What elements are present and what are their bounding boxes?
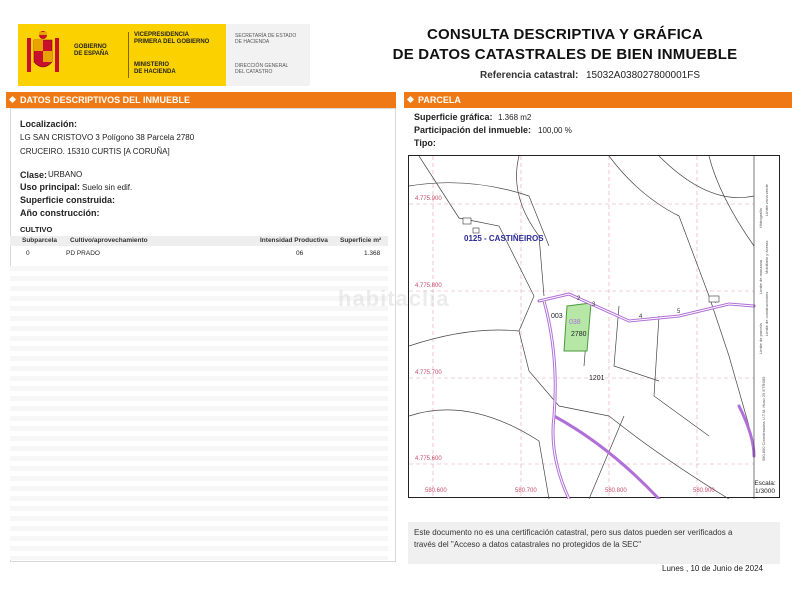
- participacion-label: Participación del inmueble:: [414, 125, 532, 135]
- scale-value: 1/3000: [755, 488, 775, 495]
- secretaria-text: Secretaría de Estado de Hacienda: [235, 33, 297, 45]
- svg-text:Límite de parcela: Límite de parcela: [758, 323, 763, 354]
- map-scale: Escala: 1/3000: [750, 478, 780, 498]
- coat-of-arms-icon: [27, 31, 59, 72]
- superficie-grafica-label: Superficie gráfica:: [414, 112, 493, 122]
- label-003: 003: [551, 313, 563, 320]
- map-legend: Hidrografía Límite zona verde Límite de …: [758, 183, 769, 461]
- svg-text:4.775.600: 4.775.600: [415, 456, 442, 462]
- gobierno-text: Gobierno de España: [74, 44, 109, 57]
- col-subparcela: Subparcela: [22, 237, 58, 244]
- notice-line2: través del "Acceso a datos catastrales n…: [414, 540, 642, 549]
- localizacion-line1: LG SAN CRISTOVO 3 Polígono 38 Parcela 27…: [20, 133, 195, 142]
- map-svg: 2 3 4 5 7 0125 - CASTIÑEIROS 038 2780 00…: [408, 155, 769, 501]
- cell-cultivo: PD PRADO: [66, 250, 100, 257]
- ano-construccion-label: Año construcción:: [20, 208, 100, 218]
- svg-text:580.600: 580.600: [425, 488, 447, 494]
- clase-value: URBANO: [48, 170, 83, 179]
- cell-subparcela: 0: [26, 250, 30, 257]
- superficie-construida-label: Superficie construida:: [20, 195, 116, 205]
- svg-text:580.800: 580.800: [605, 488, 627, 494]
- participacion-value: 100,00 %: [538, 126, 572, 135]
- svg-text:Mobiliario y aceras: Mobiliario y aceras: [764, 241, 769, 274]
- datos-descriptivos-header: DATOS DESCRIPTIVOS DEL INMUEBLE: [6, 92, 396, 108]
- watermark: habitaclia: [338, 286, 450, 311]
- svg-text:Límite de construcciones: Límite de construcciones: [764, 292, 769, 336]
- label-1201: 1201: [589, 375, 605, 382]
- col-intensidad: Intensidad Productiva: [260, 237, 328, 244]
- ref-catastral-label: Referencia catastral:: [480, 70, 579, 81]
- col-cultivo: Cultivo/aprovechamiento: [70, 237, 148, 244]
- vicepresidencia-text: Vicepresidencia primera del gobierno: [134, 32, 210, 45]
- svg-text:5: 5: [677, 309, 681, 315]
- header-divider: [128, 32, 129, 78]
- svg-text:580.800 Coordenadas U.T.M. Hus: 580.800 Coordenadas U.T.M. Huso 29 ETRS8…: [761, 376, 766, 461]
- svg-text:4.775.700: 4.775.700: [415, 370, 442, 376]
- place-name-label: 0125 - CASTIÑEIROS: [464, 234, 544, 243]
- direccion-text: Dirección General del Catastro: [235, 63, 289, 75]
- notice-line1: Este documento no es una certificación c…: [414, 528, 733, 537]
- parcel-number-label: 2780: [571, 331, 587, 338]
- secretaria-box: Secretaría de Estado de Hacienda Direcci…: [226, 24, 310, 86]
- parcela-header: PARCELA: [404, 92, 792, 108]
- empty-table-area: [10, 266, 388, 560]
- ministerio-text: Ministerio de Hacienda: [134, 62, 176, 75]
- cell-superficie: 1.368: [364, 250, 381, 257]
- svg-text:Hidrografía: Hidrografía: [758, 207, 763, 228]
- svg-text:4.775.900: 4.775.900: [415, 196, 442, 202]
- clase-label: Clase:: [20, 170, 48, 180]
- svg-text:Límite zona verde: Límite zona verde: [764, 183, 769, 216]
- svg-text:Límite de manzana: Límite de manzana: [758, 259, 763, 294]
- highlighted-parcel[interactable]: [563, 302, 592, 352]
- scale-label: Escala:: [754, 480, 776, 487]
- disclaimer-notice: Este documento no es una certificación c…: [408, 522, 780, 564]
- col-superficie: Superficie m²: [340, 237, 382, 244]
- svg-text:580.900: 580.900: [693, 488, 715, 494]
- localizacion-label: Localización:: [20, 119, 78, 129]
- cultivo-table-header: Subparcela Cultivo/aprovechamiento Inten…: [10, 236, 388, 246]
- cell-intensidad: 06: [296, 250, 304, 257]
- localizacion-line2: CRUCEIRO. 15310 CURTIS [A CORUÑA]: [20, 147, 170, 156]
- cadastral-map[interactable]: 2 3 4 5 7 0125 - CASTIÑEIROS 038 2780 00…: [408, 155, 780, 501]
- uso-principal-value: Suelo sin edif.: [82, 183, 133, 192]
- page-title-line2: DE DATOS CATASTRALES DE BIEN INMUEBLE: [392, 46, 738, 63]
- cultivo-title: CULTIVO: [20, 225, 53, 234]
- tipo-label: Tipo:: [414, 138, 436, 148]
- ref-catastral-value: 15032A038027800001FS: [586, 70, 700, 81]
- page-title-line1: CONSULTA DESCRIPTIVA Y GRÁFICA: [426, 26, 703, 43]
- parcel-code-label: 038: [569, 319, 581, 326]
- svg-text:580.700: 580.700: [515, 488, 537, 494]
- uso-principal-label: Uso principal:: [20, 182, 81, 192]
- document-date: Lunes , 10 de Junio de 2024: [662, 564, 763, 573]
- superficie-grafica-value: 1.368 m2: [498, 113, 532, 122]
